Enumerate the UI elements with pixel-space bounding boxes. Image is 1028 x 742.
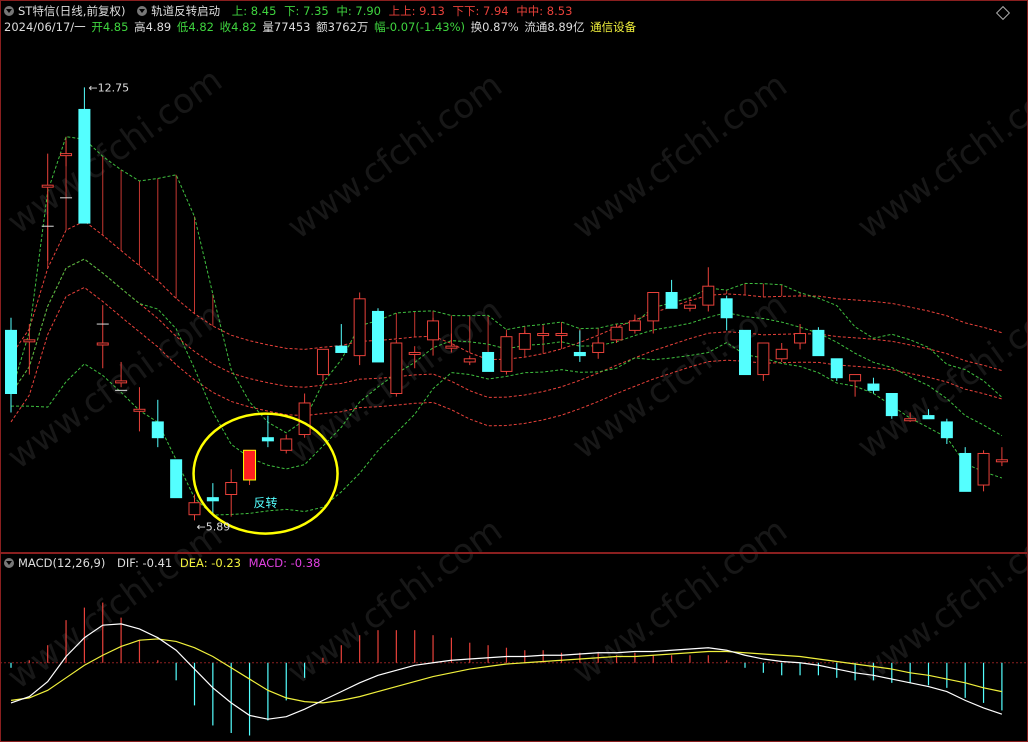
quote-volume: 量77453 [262,20,311,34]
macd-panel-border [0,553,1028,742]
dropdown-icon[interactable] [4,558,14,568]
candle-body [702,285,715,306]
value-up: 上: 8.45 [231,4,277,18]
candle-body [60,153,73,157]
quote-turnover: 换0.87% [470,20,519,34]
candle-body [170,459,183,499]
candle-body [482,351,495,372]
value-upup: 上上: 9.13 [388,4,445,18]
candle-body [225,482,238,496]
candle-body [188,502,201,516]
candle-body [757,342,770,376]
quote-float: 流通8.89亿 [524,20,585,34]
macd-dea: DEA: -0.23 [179,556,241,570]
quote-close: 收4.82 [219,20,257,34]
candle-body [78,108,91,224]
candle-body [922,415,935,420]
candle-body [23,339,36,343]
candle-body [408,351,421,355]
candle-body [5,329,17,394]
candle-body [867,383,880,391]
candle-body [995,459,1008,463]
quote-low: 低4.82 [176,20,214,34]
macd-chart[interactable] [0,553,1028,742]
dif-line [10,623,1003,720]
security-title[interactable]: ST特信(日线,前复权) [4,4,133,18]
quote-high: 高4.89 [134,20,172,34]
quote-open: 开4.85 [91,20,129,34]
candle-body [500,336,513,372]
candle-body [555,333,568,337]
highlight-ellipse [192,412,339,535]
value-midmid: 中中: 8.53 [516,4,573,18]
candle-body [316,348,329,376]
candle-body [518,333,531,350]
candle-body [115,380,128,384]
candle-body [41,184,54,188]
candle-body [794,333,807,344]
macd-value: MACD: -0.38 [248,556,321,570]
candle-body [885,393,898,417]
chart-window: www.cfchi.com www.cfchi.com www.cfchi.co… [0,0,1028,742]
candle-body [830,358,843,379]
candle-body [739,329,751,376]
candle-body [628,320,641,331]
high-price-label: ←12.75 [88,81,129,94]
candle-body [298,402,311,436]
value-downdown: 下下: 7.94 [452,4,509,18]
macd-title[interactable]: MACD(12,26,9) [4,556,109,570]
candle-body [280,438,293,451]
signal-candle [243,449,257,481]
value-mid: 中: 7.90 [336,4,381,18]
indicator-title[interactable]: 轨道反转启动 [137,4,224,18]
candle-body [610,326,623,341]
candle-body [683,304,696,309]
candle-body [463,358,476,363]
candle-body [427,320,440,341]
candle-body [904,418,917,422]
value-down: 下: 7.35 [284,4,329,18]
candle-body [940,421,953,439]
candle-body [372,310,384,363]
candle-body [151,421,164,439]
quote-date: 2024/06/17/一 [4,20,86,34]
candle-body [573,351,586,357]
quote-amount: 额3762万 [316,20,369,34]
candle-body [849,374,862,382]
candle-body [775,348,788,360]
macd-dif: DIF: -0.41 [117,556,173,570]
indicator-header: ST特信(日线,前复权) 轨道反转启动 上: 8.45 下: 7.35 中: 7… [4,4,576,18]
panel-border [0,0,1028,553]
candle-body [592,342,605,353]
candle-body [261,437,274,442]
signal-label: 反转 [254,495,278,510]
candle-body [206,497,219,502]
upper-green-band [10,136,1003,434]
candle-body [445,345,458,349]
candle-body [390,342,403,394]
candle-body [335,345,348,353]
candle-body [537,333,550,337]
candle-body [353,298,366,357]
quote-change: 幅-0.07(-1.43%) [374,20,465,34]
macd-header: MACD(12,26,9) DIF: -0.41 DEA: -0.23 MACD… [4,556,324,570]
quote-sector[interactable]: 通信设备 [590,20,636,34]
candle-body [959,452,972,492]
candle-body [647,292,660,322]
candle-body [812,329,825,357]
dropdown-icon[interactable] [4,6,14,16]
candle-body [665,292,678,309]
low-price-label: ←5.89 [197,520,231,533]
candle-body [133,408,146,412]
candle-body [977,452,990,486]
candle-body [96,342,109,346]
candle-body [720,298,733,319]
price-chart[interactable]: ←12.75 ←5.89 反转 [0,0,1028,553]
quote-header: 2024/06/17/一 开4.85 高4.89 低4.82 收4.82 量77… [4,20,640,34]
dropdown-icon[interactable] [137,6,148,16]
